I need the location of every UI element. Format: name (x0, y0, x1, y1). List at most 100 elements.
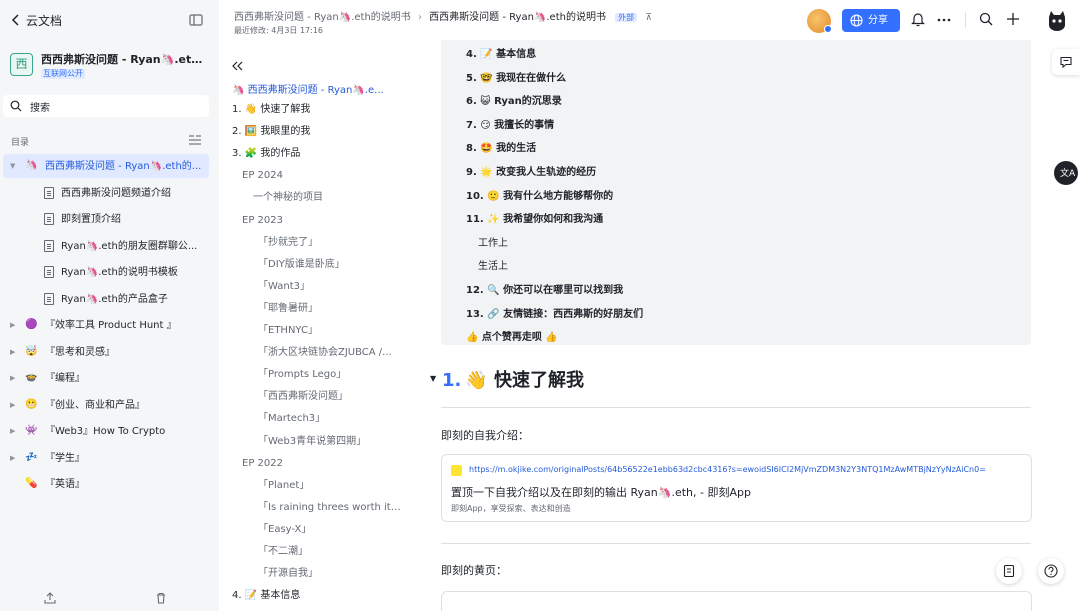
sidebar-tree-item[interactable]: Ryan🦄.eth的朋友圈群聊公... (3, 234, 209, 258)
tree-settings-icon[interactable] (189, 135, 201, 145)
breadcrumb-parent[interactable]: 西西弗斯没问题 - Ryan🦄.eth的说明书 (234, 12, 411, 23)
outline-title[interactable]: 🦄 西西弗斯没问题 - Ryan🦄.e... (232, 81, 412, 96)
outline-item[interactable]: 「抄就完了」 (258, 236, 403, 249)
tree-item-label: 『效率工具 Product Hunt 』 (45, 320, 177, 331)
sidebar-tree-item[interactable]: Ryan🦄.eth的说明书模板 (3, 260, 209, 284)
sidebar-tree-item[interactable]: ▼ 🦄 西西弗斯没问题 - Ryan🦄.eth的... (3, 154, 209, 178)
catalog-link[interactable]: 8. 🤩 我的生活 (466, 142, 536, 155)
sidebar-tree-item[interactable]: ▶ 🟣 『效率工具 Product Hunt 』 (3, 313, 209, 337)
sidebar-tree-item[interactable]: 西西弗斯没问题频道介绍 (3, 181, 209, 205)
tree-item-label: 西西弗斯没问题频道介绍 (61, 187, 171, 199)
outline-item[interactable]: 2. 🖼️ 我眼里的我 (232, 125, 402, 138)
sidebar-tree-item[interactable]: ▶ 👾 『Web3』How To Crypto (3, 419, 209, 443)
catalog-link[interactable]: 工作上 (478, 237, 508, 250)
outline-item[interactable]: EP 2024 (242, 169, 412, 182)
space-icon[interactable]: 西 (10, 53, 33, 76)
tree-item-label: Ryan🦄.eth的产品盒子 (61, 293, 168, 305)
collapse-outline-icon[interactable] (231, 60, 243, 72)
catalog-link[interactable]: 生活上 (478, 260, 508, 273)
outline-item[interactable]: 「Is raining threes worth it?... (258, 501, 403, 514)
outline-item[interactable]: 「不二潮」 (258, 545, 403, 558)
folder-emoji-icon: 💊 (25, 478, 38, 489)
outline-item[interactable]: 「Prompts Lego」 (258, 368, 403, 381)
outline-item[interactable]: 「DIY版谁是卧底」 (258, 258, 403, 271)
search-icon[interactable] (979, 12, 993, 26)
outline-item[interactable]: 「ETHNYC」 (258, 324, 403, 337)
catalog-link[interactable]: 9. 🌟 改变我人生轨迹的经历 (466, 166, 596, 179)
caret-right-icon[interactable]: ▶ (10, 401, 15, 409)
heading-number: 1. (442, 370, 462, 391)
caret-right-icon[interactable]: ▶ (10, 427, 15, 435)
plus-icon[interactable] (1006, 12, 1020, 26)
outline-item[interactable]: 「耶鲁暑研」 (258, 302, 403, 315)
user-avatar[interactable] (1045, 8, 1069, 32)
outline-panel: 🦄 西西弗斯没问题 - Ryan🦄.e... 1. 👋 快速了解我 2. 🖼️ 我… (219, 40, 429, 611)
outline-item[interactable]: EP 2022 (242, 457, 412, 470)
outline-item[interactable]: 「Web3青年说第四期」 (258, 435, 403, 448)
heading-quick-intro: 1. 👋 快速了解我 (442, 366, 584, 392)
caret-right-icon[interactable]: ▶ (10, 374, 15, 382)
sidebar-search[interactable]: 搜索 (3, 95, 209, 117)
catalog-link[interactable]: 7. 😏 我擅长的事情 (466, 119, 554, 132)
catalog-link[interactable]: 👍 点个赞再走呗 👍 (466, 331, 558, 344)
catalog-link[interactable]: 11. ✨ 我希望你如何和我沟通 (466, 213, 603, 226)
trash-icon[interactable] (155, 592, 167, 604)
caret-down-icon[interactable]: ▼ (10, 162, 15, 170)
space-title[interactable]: 西西弗斯没问题 - Ryan🦄.eth的... (41, 51, 206, 67)
catalog-link[interactable]: 13. 🔗 友情链接：西西弗斯的好朋友们 (466, 308, 643, 321)
help-button[interactable] (1038, 558, 1064, 584)
sidebar-tree-item[interactable]: 💊 『英语』 (3, 472, 209, 496)
sidebar-tree-item[interactable]: ▶ 🤯 『思考和灵感』 (3, 340, 209, 364)
outline-item[interactable]: 4. 📝 基本信息 (232, 589, 402, 602)
outline-item[interactable]: 「开源自我」 (258, 567, 403, 580)
outline-item[interactable]: 3. 🧩 我的作品 (232, 147, 402, 160)
share-out-icon[interactable] (44, 592, 56, 604)
outline-item[interactable]: 「西西弗斯没问题」 (258, 390, 403, 403)
sidebar-toggle-icon[interactable] (189, 13, 203, 27)
comment-button[interactable] (1052, 49, 1080, 75)
translate-button[interactable]: 文A (1054, 161, 1078, 185)
catalog-link[interactable]: 5. 🤓 我现在在做什么 (466, 72, 566, 85)
caret-right-icon[interactable]: ▶ (10, 321, 15, 329)
caret-right-icon[interactable]: ▶ (10, 454, 15, 462)
outline-item[interactable]: 「Planet」 (258, 479, 403, 492)
translate-icon: 文A (1060, 169, 1076, 179)
app-root: 云文档 西 西西弗斯没问题 - Ryan🦄.eth的... 互联网公开 搜索 目… (0, 0, 1080, 611)
outline-item[interactable]: 「Martech3」 (258, 412, 403, 425)
sidebar-tree-item[interactable]: ▶ 💤 『学生』 (3, 446, 209, 470)
doc-content: 4. 📝 基本信息 5. 🤓 我现在在做什么 6. 😺 Ryan的沉思录 7. 😏 我… (429, 40, 1080, 611)
outline-item[interactable]: EP 2023 (242, 214, 412, 227)
doc-tools-button[interactable] (996, 558, 1022, 584)
document-icon (1003, 564, 1015, 578)
link-url[interactable]: https://m.okjike.com/originalPosts/64b56… (469, 465, 1024, 474)
outline-item[interactable]: 「浙大区块链协会ZJUBCA /... (258, 346, 403, 359)
back-icon[interactable] (7, 11, 25, 29)
sidebar-tree-item[interactable]: 即刻置顶介绍 (3, 207, 209, 231)
catalog-link[interactable]: 12. 🔍 你还可以在哪里可以找到我 (466, 284, 623, 297)
tree-item-label: 『Web3』How To Crypto (45, 426, 166, 437)
outline-item[interactable]: 一个神秘的项目 (253, 191, 423, 204)
bell-icon[interactable] (911, 12, 925, 27)
sidebar-tree-item[interactable]: ▶ 😬 『创业、商业和产品』 (3, 393, 209, 417)
share-button[interactable]: 分享 (842, 9, 900, 32)
outline-item[interactable]: 「Easy-X」 (258, 523, 403, 536)
pin-icon[interactable]: ⊼ (645, 13, 652, 23)
last-modified: 最近修改: 4月3日 17:16 (234, 26, 324, 35)
heading-fold-icon[interactable]: ▼ (430, 374, 436, 383)
breadcrumb-current[interactable]: 西西弗斯没问题 - Ryan🦄.eth的说明书 (429, 12, 606, 23)
document-icon (44, 213, 54, 225)
catalog-link[interactable]: 6. 😺 Ryan的沉思录 (466, 95, 562, 108)
sidebar-tree-item[interactable]: Ryan🦄.eth的产品盒子 (3, 287, 209, 311)
more-icon[interactable] (937, 18, 951, 22)
link-preview-card[interactable]: https://m.okjike.com/originalPosts/64b56… (441, 454, 1032, 522)
caret-right-icon[interactable]: ▶ (10, 348, 15, 356)
link-title[interactable]: 置顶一下自我介绍以及在即刻的输出 Ryan🦄.eth, - 即刻App (451, 484, 751, 500)
cat-avatar-icon (1049, 11, 1065, 31)
catalog-link[interactable]: 4. 📝 基本信息 (466, 48, 536, 61)
embed-block[interactable] (441, 591, 1032, 611)
catalog-link[interactable]: 10. 🙂 我有什么地方能够帮你的 (466, 190, 613, 203)
breadcrumb: 西西弗斯没问题 - Ryan🦄.eth的说明书 › 西西弗斯没问题 - Ryan… (234, 8, 652, 23)
outline-item[interactable]: 「Want3」 (258, 280, 403, 293)
outline-item[interactable]: 1. 👋 快速了解我 (232, 103, 402, 116)
sidebar-tree-item[interactable]: ▶ 🍲 『编程』 (3, 366, 209, 390)
